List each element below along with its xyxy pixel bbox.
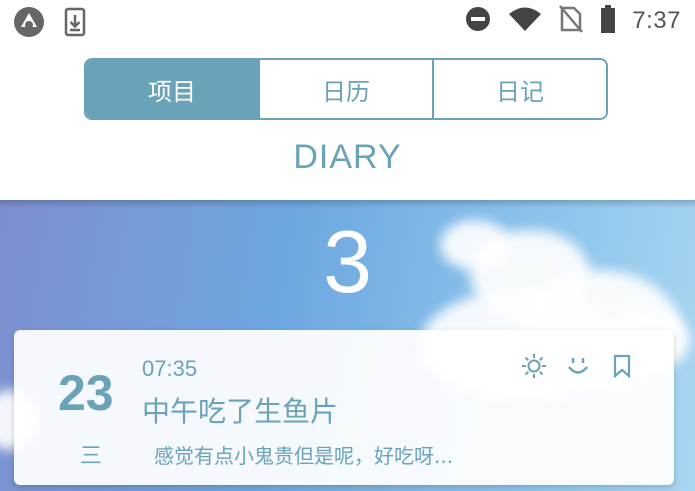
tab-diary[interactable]: 日记 [434, 60, 606, 118]
month-number: 3 [323, 212, 372, 311]
entry-day: 23 [58, 365, 114, 421]
tab-projects[interactable]: 项目 [86, 60, 260, 118]
status-left [12, 5, 86, 43]
sun-icon [520, 352, 548, 380]
smile-icon [564, 352, 592, 380]
status-bar: 7:37 [0, 0, 695, 40]
diary-screen: 7:37 项目 日历 日记 DIARY 3 23 三 07:35 中午吃了生鱼片… [0, 0, 695, 491]
no-sim-icon [558, 4, 584, 38]
page-title: DIARY [293, 138, 402, 176]
download-icon [64, 7, 86, 41]
entry-time: 07:35 [142, 356, 198, 381]
status-time: 7:37 [632, 7, 681, 34]
month-banner: 3 23 三 07:35 中午吃了生鱼片 感觉有点小鬼贵但是呢，好吃呀... [0, 200, 695, 491]
status-right: 7:37 [464, 4, 681, 38]
entry-excerpt: 感觉有点小鬼贵但是呢，好吃呀... [154, 444, 454, 468]
bookmark-icon[interactable] [608, 352, 636, 380]
battery-icon [600, 4, 616, 38]
do-not-disturb-icon [464, 5, 492, 37]
view-tabs: 项目 日历 日记 [84, 58, 608, 120]
diary-entry-card[interactable]: 23 三 07:35 中午吃了生鱼片 感觉有点小鬼贵但是呢，好吃呀... [14, 330, 674, 485]
entry-weekday: 三 [80, 444, 103, 469]
entry-title: 中午吃了生鱼片 [142, 395, 339, 428]
app-header: 项目 日历 日记 DIARY [0, 40, 695, 200]
entry-icons [520, 352, 636, 380]
wifi-icon [508, 6, 542, 36]
android-icon [12, 5, 46, 43]
tab-calendar[interactable]: 日历 [260, 60, 434, 118]
banner-shadow [0, 200, 695, 208]
